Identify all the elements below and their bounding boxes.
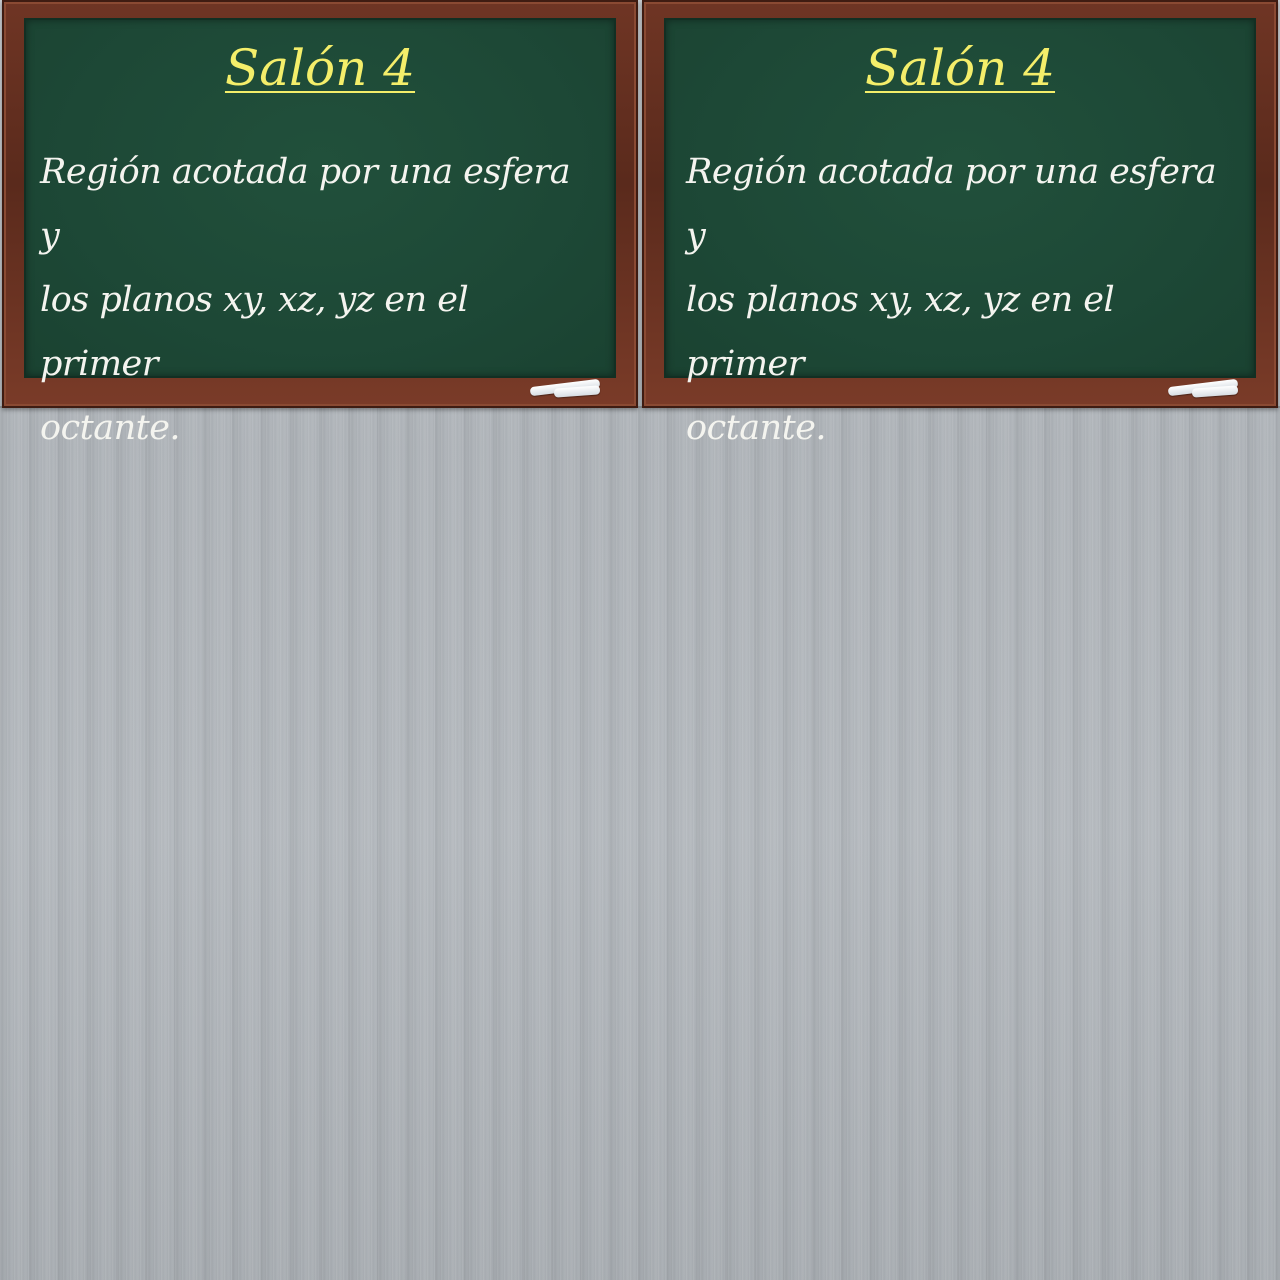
chalkboard-right: Salón 4 Región acotada por una esfera y …: [642, 0, 1278, 448]
chalkboard-left: Salón 4 Región acotada por una esfera y …: [2, 0, 638, 448]
board-title-text: Salón 4: [864, 39, 1056, 97]
board-title: Salón 4: [666, 38, 1254, 98]
chalkboard-surface: Salón 4 Región acotada por una esfera y …: [24, 18, 616, 448]
chalkboard-surface: Salón 4 Región acotada por una esfera y …: [664, 18, 1256, 448]
board-text-line: los planos xy, xz, yz en el primer: [40, 280, 469, 384]
board-title-text: Salón 4: [224, 39, 416, 97]
board-text-line: los planos xy, xz, yz en el primer: [686, 280, 1115, 384]
board-text-line: Región acotada por una esfera y: [686, 152, 1217, 256]
board-text-line: Región acotada por una esfera y: [40, 152, 571, 256]
board-title: Salón 4: [26, 38, 614, 98]
brushed-metal-background: [0, 410, 1280, 1280]
